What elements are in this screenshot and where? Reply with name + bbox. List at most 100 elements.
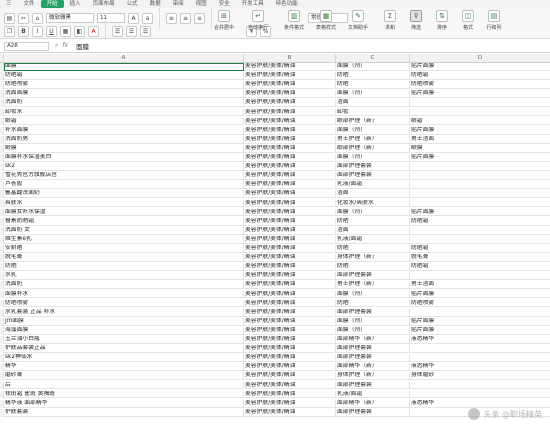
cell-a[interactable]: 水乳套装 正品 补水	[4, 308, 244, 317]
cell-d[interactable]: 贴片面膜	[410, 318, 550, 326]
cell-b[interactable]: 美容护肤/美体/精油	[244, 336, 336, 344]
cell-c[interactable]: 面部护理套装	[336, 408, 410, 417]
menu-tab[interactable]: 公式	[121, 0, 144, 8]
cell-a[interactable]: 防晒霜	[4, 72, 244, 80]
ribbon-tool-button[interactable]: ⇅ 排序	[430, 10, 454, 31]
ribbon-tool-button[interactable]: ▦ 表格样式	[314, 10, 338, 31]
menu-tab[interactable]: 插入	[64, 0, 87, 8]
column-header-d[interactable]: D	[410, 54, 550, 63]
cell-c[interactable]: 面部精华（新）	[336, 399, 410, 408]
cell-b[interactable]: 美容护肤/美体/精油	[244, 381, 336, 390]
menu-tab[interactable]: 开发工具	[236, 0, 270, 8]
cell-c[interactable]: 面膜（剂）	[336, 208, 410, 217]
cell-c[interactable]: 面膜（剂）	[336, 154, 410, 162]
cell-c[interactable]: 化妆水/爽肤水	[336, 199, 410, 208]
cell-d[interactable]	[410, 227, 550, 235]
cell-c[interactable]: 面膜（剂）	[336, 126, 410, 135]
cell-d[interactable]: 贴片面膜	[410, 209, 550, 217]
cell-c[interactable]: 面膜（剂）	[336, 317, 410, 326]
cut-icon[interactable]: ✂	[18, 12, 29, 24]
ribbon-tool-button[interactable]: Σ 求和	[378, 10, 402, 31]
cell-d[interactable]	[410, 109, 550, 117]
cell-c[interactable]: 防晒	[336, 263, 410, 272]
cell-c[interactable]: 面部护理套装	[336, 272, 410, 281]
menu-tab[interactable]: 数据	[144, 0, 167, 8]
cell-b[interactable]: 美容护肤/美体/精油	[244, 81, 336, 90]
cell-b[interactable]: 美容护肤/美体/精油	[244, 272, 336, 281]
name-box[interactable]: A28	[4, 41, 49, 51]
ribbon-tool-button[interactable]: ⊽ 筛选	[404, 10, 428, 31]
cell-c[interactable]: 面膜（剂）	[336, 63, 410, 71]
cell-b[interactable]: 美容护肤/美体/精油	[244, 245, 336, 253]
cell-b[interactable]: 美容护肤/美体/精油	[244, 290, 336, 299]
cell-d[interactable]: 液态精华	[410, 363, 550, 371]
cell-a[interactable]: 后	[4, 381, 244, 390]
cell-b[interactable]: 美容护肤/美体/精油	[244, 226, 336, 235]
cell-d[interactable]: 脱毛膏	[410, 254, 550, 262]
cell-a[interactable]: 洗面奶 女	[4, 226, 244, 235]
cell-b[interactable]: 美容护肤/美体/精油	[244, 126, 336, 135]
cell-a[interactable]: 护肤品套装正品	[4, 345, 244, 353]
cell-c[interactable]: 男士护理（新）	[336, 281, 410, 290]
cell-c[interactable]: 卸妆	[336, 108, 410, 117]
align-center-icon[interactable]: ☰	[126, 25, 137, 37]
ribbon-tool-button[interactable]: ▥ 条件格式	[282, 10, 306, 31]
cell-b[interactable]: 美容护肤/美体/精油	[244, 108, 336, 117]
cell-b[interactable]: 美容护肤/美体/精油	[244, 90, 336, 99]
cell-a[interactable]: 防晒喷雾	[4, 299, 244, 308]
cell-c[interactable]: 面部护理套装	[336, 308, 410, 317]
cell-d[interactable]: 眼膜	[410, 145, 550, 153]
menu-tab[interactable]: 审阅	[167, 0, 190, 8]
cell-d[interactable]	[410, 236, 550, 244]
cell-c[interactable]: 乳液/面霜	[336, 181, 410, 190]
cell-b[interactable]: 美容护肤/美体/精油	[244, 354, 336, 363]
cell-a[interactable]: 爽肤水	[4, 199, 244, 208]
cell-c[interactable]: 防晒	[336, 245, 410, 253]
align-middle-icon[interactable]: ≡	[180, 12, 191, 24]
format-painter-icon[interactable]: ⌂	[32, 12, 43, 24]
cell-a[interactable]: 簪素防晒霜	[4, 217, 244, 226]
cell-a[interactable]: 眼膜	[4, 144, 244, 153]
cell-a[interactable]: 维生素e乳	[4, 235, 244, 244]
cell-a[interactable]: sk2	[4, 163, 244, 171]
ribbon-tool-button[interactable]: ⊞ 合并居中	[212, 10, 236, 31]
cell-a[interactable]: 脱毛膏	[4, 254, 244, 262]
cell-a[interactable]: 磨砂膏	[4, 372, 244, 381]
cell-d[interactable]: 贴片面膜	[410, 90, 550, 98]
fill-color-icon[interactable]: ◧	[74, 25, 85, 37]
cell-b[interactable]: 美容护肤/美体/精油	[244, 199, 336, 208]
copy-icon[interactable]: ❐	[4, 25, 15, 37]
cell-b[interactable]: 美容护肤/美体/精油	[244, 72, 336, 80]
cell-a[interactable]: 安耐晒	[4, 245, 244, 253]
cell-b[interactable]: 美容护肤/美体/精油	[244, 117, 336, 126]
cell-a[interactable]: 氨基酸洗面奶	[4, 190, 244, 199]
cell-c[interactable]: 眼部护理（新）	[336, 144, 410, 153]
cell-a[interactable]: 面膜	[4, 63, 244, 71]
cell-d[interactable]: 眼霜	[410, 118, 550, 126]
cell-b[interactable]: 美容护肤/美体/精油	[244, 135, 336, 144]
cell-d[interactable]: 液态精华	[410, 336, 550, 344]
column-header-c[interactable]: C	[336, 54, 410, 63]
align-top-icon[interactable]: ≡	[166, 12, 177, 24]
cell-c[interactable]: 面部护理套装	[336, 345, 410, 353]
cell-a[interactable]: 面膜女补水保湿	[4, 208, 244, 217]
cell-a[interactable]: 面膜补水	[4, 290, 244, 299]
font-size-select[interactable]: 11	[97, 13, 125, 23]
cell-b[interactable]: 美容护肤/美体/精油	[244, 254, 336, 262]
align-left-icon[interactable]: ☰	[112, 25, 123, 37]
cell-c[interactable]: 洁面	[336, 226, 410, 235]
cell-d[interactable]	[410, 172, 550, 180]
cell-d[interactable]: 防晒霜	[410, 218, 550, 226]
cell-c[interactable]: 防晒	[336, 72, 410, 80]
cell-b[interactable]: 美容护肤/美体/精油	[244, 390, 336, 399]
cell-b[interactable]: 美容护肤/美体/精油	[244, 345, 336, 353]
zoom-icon[interactable]: ⌕	[55, 42, 58, 50]
cell-a[interactable]: 雪花秀官方旗舰店官	[4, 172, 244, 181]
underline-icon[interactable]: U	[46, 25, 57, 37]
cell-d[interactable]: 男士洁面	[410, 281, 550, 289]
cell-a[interactable]: 面膜补水保湿美白	[4, 154, 244, 162]
cell-a[interactable]: 护肤套装	[4, 408, 244, 417]
cell-d[interactable]: 身体磨砂	[410, 372, 550, 380]
cell-b[interactable]: 美容护肤/美体/精油	[244, 217, 336, 226]
cell-d[interactable]: 贴片面膜	[410, 127, 550, 135]
